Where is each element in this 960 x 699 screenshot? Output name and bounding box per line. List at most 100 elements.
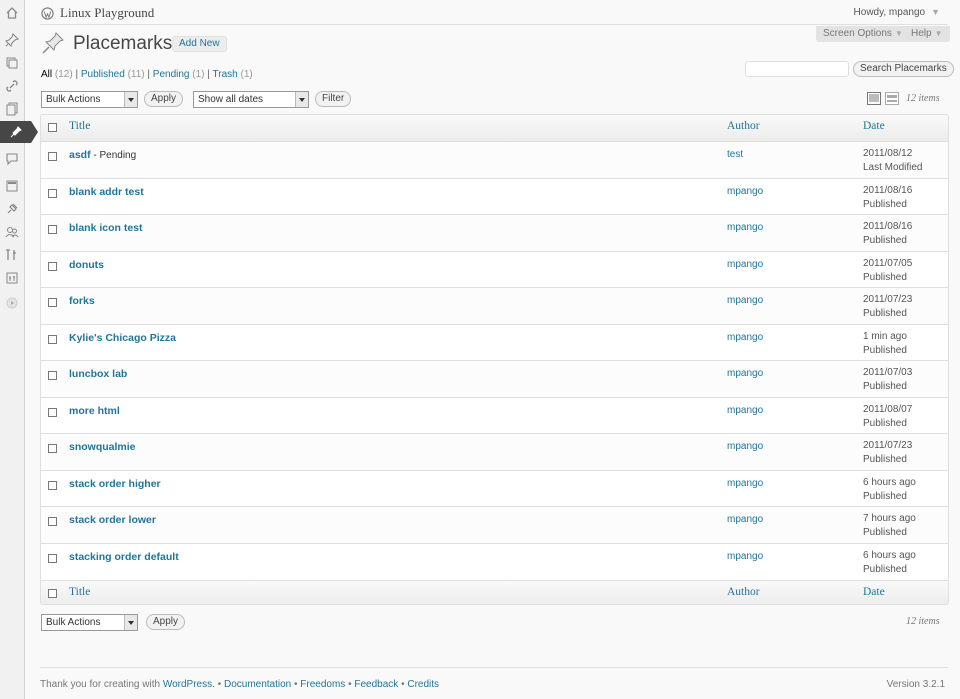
placemark-title-link[interactable]: stack order lower [69,514,156,526]
placemark-title-link[interactable]: Kylie's Chicago Pizza [69,332,176,344]
footer-links: Thank you for creating with WordPress. •… [40,679,439,690]
table-row[interactable]: stack order lower mpango 7 hours ago Publis… [41,506,948,543]
wordpress-logo-icon[interactable] [41,6,54,20]
documentation-link[interactable]: Documentation [224,679,291,690]
footer-bullet: • [214,679,224,690]
placemark-title-link[interactable]: stacking order default [69,551,179,563]
row-checkbox[interactable] [48,444,57,453]
author-link[interactable]: test [727,149,743,160]
chevron-down-icon [295,92,308,107]
placemark-title-link[interactable]: asdf - Pending [69,149,136,161]
table-row[interactable]: snowqualmie mpango 2011/07/23 Published [41,433,948,470]
row-checkbox[interactable] [48,261,57,271]
placemark-title-link[interactable]: stack order higher [69,478,161,490]
row-checkbox[interactable] [48,407,57,417]
comments-icon[interactable] [0,148,24,170]
filter-published[interactable]: Published (11) [81,69,145,80]
select-all-checkbox[interactable] [48,589,57,598]
search-input[interactable] [745,61,849,77]
list-view-icon[interactable] [867,92,881,105]
plugins-icon[interactable] [0,198,24,220]
column-date-header[interactable]: Date [863,120,885,132]
filter-button[interactable]: Filter [315,91,352,107]
excerpt-view-icon[interactable] [885,92,899,105]
author-link[interactable]: mpango [727,222,763,233]
placemark-title-link[interactable]: blank addr test [69,186,144,198]
feedback-link[interactable]: Feedback [354,679,398,690]
collapse-icon[interactable] [0,292,24,314]
table-row[interactable]: more html mpango 2011/08/07 Published [41,396,948,434]
column-date-footer[interactable]: Date [863,586,885,598]
date-filter-select[interactable]: Show all dates [193,91,309,108]
links-icon[interactable] [0,75,24,97]
author-link[interactable]: mpango [727,551,763,562]
column-title-header[interactable]: Title [69,120,90,132]
table-row[interactable]: asdf - Pending test 2011/08/12 Last Modifie… [41,141,948,178]
author-link[interactable]: mpango [727,259,763,270]
placemarks-icon[interactable] [0,121,38,143]
author-link[interactable]: mpango [727,295,763,306]
filter-trash[interactable]: Trash (1) [213,69,253,80]
appearance-icon[interactable] [0,175,24,197]
author-link[interactable]: mpango [727,186,763,197]
wordpress-link[interactable]: WordPress. [163,679,215,690]
placemark-title-link[interactable]: snowqualmie [69,441,136,453]
site-title[interactable]: Linux Playground [60,5,154,21]
settings-icon[interactable] [0,267,24,289]
search-placemarks-button[interactable]: Search Placemarks [853,61,954,77]
author-link[interactable]: mpango [727,478,763,489]
row-checkbox[interactable] [48,298,57,307]
dashboard-icon[interactable] [0,2,24,24]
table-row[interactable]: donuts mpango 2011/07/05 Published [41,250,948,288]
placemark-title-link[interactable]: more html [69,405,120,417]
apply-button-bottom[interactable]: Apply [146,614,186,630]
author-link[interactable]: mpango [727,514,763,525]
add-new-button[interactable]: Add New [172,36,227,52]
filter-all[interactable]: All (12) [41,69,73,80]
bulk-actions-select-bottom[interactable]: Bulk Actions [41,614,138,631]
table-row[interactable]: stack order higher mpango 6 hours ago Publi… [41,469,948,507]
pages-icon[interactable] [0,98,24,120]
row-checkbox[interactable] [48,480,57,490]
freedoms-link[interactable]: Freedoms [300,679,345,690]
apply-button[interactable]: Apply [144,91,184,107]
row-checkbox[interactable] [48,553,57,563]
column-title-footer[interactable]: Title [69,586,90,598]
author-link[interactable]: mpango [727,405,763,416]
filter-pending[interactable]: Pending (1) [153,69,205,80]
row-checkbox[interactable] [48,152,57,161]
author-link[interactable]: mpango [727,368,763,379]
posts-icon[interactable] [0,29,24,51]
bulk-actions-value: Bulk Actions [46,617,101,628]
author-link[interactable]: mpango [727,441,763,452]
column-author-header[interactable]: Author [727,120,760,132]
table-row[interactable]: blank icon test mpango 2011/08/16 Published [41,214,948,251]
placemark-title-link[interactable]: blank icon test [69,222,143,234]
row-checkbox[interactable] [48,334,57,344]
help-button[interactable]: Help ▼ [904,26,950,42]
media-icon[interactable] [0,52,24,74]
placemark-title: more html [69,404,120,417]
user-greeting[interactable]: Howdy, mpango ▼ [854,7,940,18]
table-row[interactable]: Kylie's Chicago Pizza mpango 1 min ago Publ… [41,323,948,361]
table-row[interactable]: luncbox lab mpango 2011/07/03 Published [41,360,948,397]
tools-icon[interactable] [0,244,24,266]
row-checkbox[interactable] [48,188,57,198]
table-row[interactable]: forks mpango 2011/07/23 Published [41,287,948,324]
author-link[interactable]: mpango [727,332,763,343]
screen-options-button[interactable]: Screen Options ▼ [816,26,910,42]
row-checkbox[interactable] [48,225,57,234]
table-row[interactable]: stacking order default mpango 6 hours ago P… [41,542,948,580]
column-author-footer[interactable]: Author [727,586,760,598]
site-heading: Linux Playground [41,5,154,21]
placemark-title-link[interactable]: luncbox lab [69,368,127,380]
table-row[interactable]: blank addr test mpango 2011/08/16 Published [41,177,948,215]
placemark-title-link[interactable]: forks [69,295,95,307]
bulk-actions-select[interactable]: Bulk Actions [41,91,138,108]
select-all-checkbox[interactable] [48,123,57,132]
row-checkbox[interactable] [48,517,57,526]
placemark-title-link[interactable]: donuts [69,259,104,271]
row-checkbox[interactable] [48,371,57,380]
credits-link[interactable]: Credits [407,679,439,690]
users-icon[interactable] [0,221,24,243]
